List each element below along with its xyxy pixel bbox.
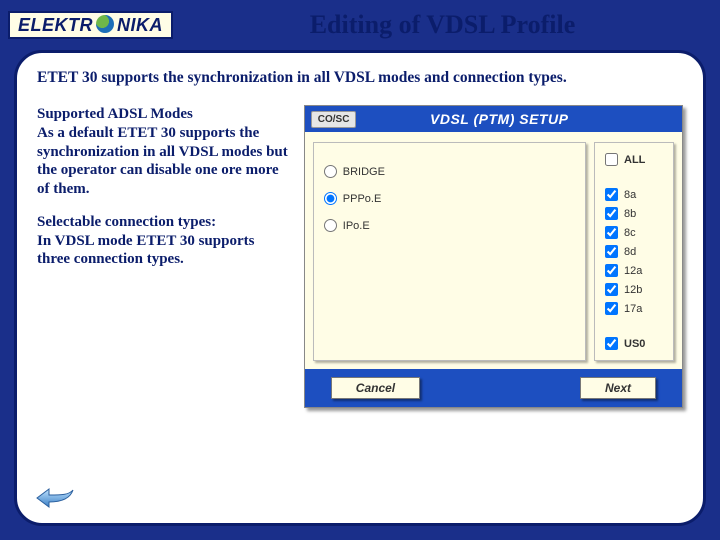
check-8d[interactable]: 8d [605, 245, 663, 258]
brand-logo: ELEKTR NIKA [8, 11, 173, 39]
logo-right: NIKA [117, 15, 163, 36]
para2-title: Selectable connection types: [37, 214, 216, 230]
radio-ipoe[interactable]: IPo.E [324, 219, 575, 232]
radio-bridge[interactable]: BRIDGE [324, 165, 575, 178]
check-17a[interactable]: 17a [605, 302, 663, 315]
radio-pppoe-label: PPPo.E [343, 193, 382, 205]
check-all-label: ALL [624, 154, 645, 166]
back-arrow-icon[interactable] [35, 485, 75, 511]
globe-icon [96, 15, 114, 33]
check-us0[interactable]: US0 [605, 337, 663, 350]
radio-bridge-label: BRIDGE [343, 166, 385, 178]
mode-group: ALL 8a 8b 8c 8d 12a 12b 17a US0 [594, 142, 674, 361]
check-8b[interactable]: 8b [605, 207, 663, 220]
device-panel: CO/SC VDSL (PTM) SETUP BRIDGE PPPo.E IPo… [304, 105, 683, 408]
device-title: VDSL (PTM) SETUP [362, 111, 636, 127]
next-button[interactable]: Next [580, 377, 656, 399]
check-all[interactable]: ALL [605, 153, 663, 166]
para2-body: In VDSL mode ETET 30 supports three conn… [37, 233, 254, 268]
lead-text: ETET 30 supports the synchronization in … [37, 69, 683, 87]
radio-pppoe[interactable]: PPPo.E [324, 192, 575, 205]
page-title: Editing of VDSL Profile [173, 10, 712, 40]
check-8c[interactable]: 8c [605, 226, 663, 239]
radio-ipoe-label: IPo.E [343, 220, 370, 232]
content-frame: ETET 30 supports the synchronization in … [14, 50, 706, 526]
check-12a[interactable]: 12a [605, 264, 663, 277]
check-12b[interactable]: 12b [605, 283, 663, 296]
connection-type-group: BRIDGE PPPo.E IPo.E [313, 142, 586, 361]
device-header: CO/SC VDSL (PTM) SETUP [305, 106, 682, 132]
device-mode-tag: CO/SC [311, 111, 357, 128]
cancel-button[interactable]: Cancel [331, 377, 420, 399]
para1-body: As a default ETET 30 supports the synchr… [37, 125, 288, 197]
check-8a[interactable]: 8a [605, 188, 663, 201]
para1-title: Supported ADSL Modes [37, 106, 193, 122]
logo-left: ELEKTR [18, 15, 93, 36]
